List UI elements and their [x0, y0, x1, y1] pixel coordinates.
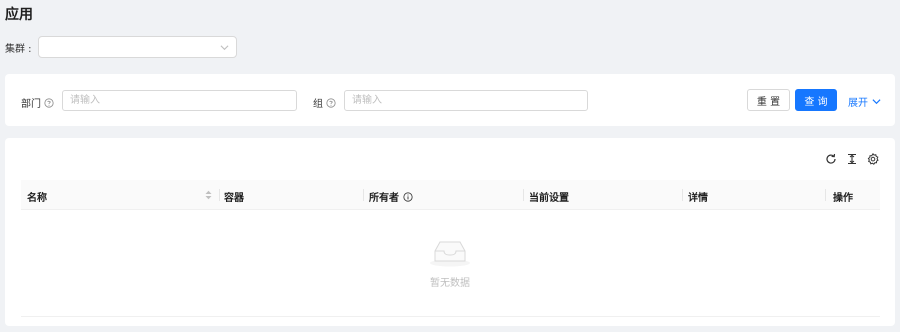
group-label: 组: [313, 95, 336, 110]
column-header-owner: 所有者: [369, 189, 413, 204]
chevron-down-icon: [872, 99, 881, 105]
empty-inbox-icon: [430, 241, 470, 267]
cluster-label: 集群 :: [5, 43, 32, 55]
table-panel: 名称 容器 所有者 当前设置 详情 操作 暂无数据: [5, 138, 895, 326]
page-title: 应用: [5, 7, 33, 23]
expand-toggle[interactable]: 展开: [848, 94, 881, 109]
sort-icon[interactable]: [205, 190, 212, 200]
column-divider: [682, 189, 683, 201]
empty-state: 暂无数据: [5, 238, 895, 289]
column-header-details: 详情: [688, 193, 708, 204]
column-divider: [825, 189, 826, 201]
department-input[interactable]: [62, 90, 297, 111]
column-header-name[interactable]: 名称: [27, 189, 47, 204]
expand-label: 展开: [848, 98, 868, 109]
settings-icon[interactable]: [867, 152, 879, 165]
help-circle-icon: [44, 97, 54, 108]
department-label: 部门: [21, 95, 54, 110]
group-label-text: 组: [313, 99, 323, 110]
department-label-text: 部门: [21, 99, 41, 110]
column-header-container: 容器: [224, 193, 244, 204]
column-divider: [219, 189, 220, 201]
group-input[interactable]: [344, 90, 588, 111]
reset-button[interactable]: 重 置: [747, 89, 790, 111]
empty-text: 暂无数据: [430, 278, 470, 289]
query-button[interactable]: 查 询: [795, 89, 837, 111]
column-divider: [523, 189, 524, 201]
help-circle-icon: [326, 97, 336, 108]
column-header-owner-text: 所有者: [369, 193, 399, 204]
table-bottom-divider: [21, 316, 880, 317]
cluster-select[interactable]: [38, 36, 237, 58]
column-divider: [363, 189, 364, 201]
refresh-icon[interactable]: [825, 153, 837, 165]
info-circle-icon[interactable]: [403, 191, 413, 202]
cluster-filter: 集群 :: [5, 36, 42, 58]
column-header-actions: 操作: [833, 193, 853, 204]
column-header-current-settings: 当前设置: [529, 193, 569, 204]
column-height-icon[interactable]: [846, 153, 858, 165]
filter-panel: 部门 组 重 置 查 询 展开: [5, 74, 895, 126]
chevron-down-icon: [220, 45, 229, 51]
table-header: 名称 容器 所有者 当前设置 详情 操作: [21, 180, 880, 210]
table-toolbar: [825, 152, 879, 165]
